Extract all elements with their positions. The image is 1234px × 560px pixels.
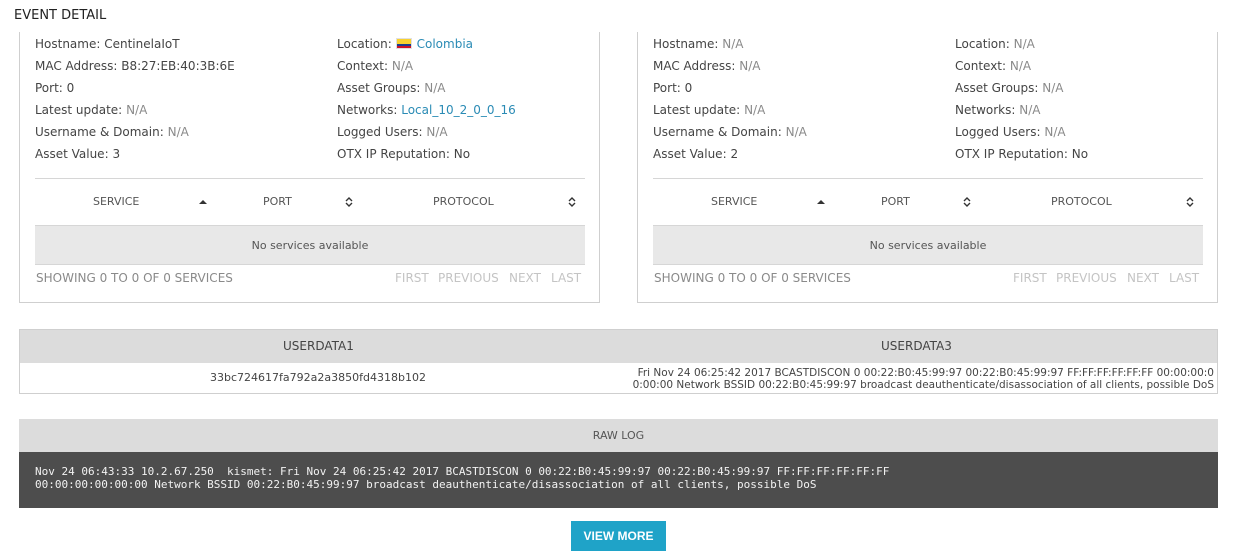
source-location-link[interactable]: Colombia <box>417 37 473 51</box>
services-showing-count: SHOWING 0 TO 0 OF 0 SERVICES <box>36 271 233 285</box>
sort-both-icon[interactable] <box>1185 196 1195 208</box>
pager-first[interactable]: FIRST <box>395 271 429 285</box>
services-table-footer: SHOWING 0 TO 0 OF 0 SERVICES FIRST PREVI… <box>35 265 585 293</box>
destination-otx-reputation: OTX IP Reputation: No <box>955 147 1089 161</box>
source-username: Username & Domain: N/A <box>35 125 189 139</box>
source-services-table: SERVICE PORT PROTOCOL No services availa… <box>35 178 585 293</box>
sort-asc-icon[interactable] <box>816 196 826 208</box>
view-more-button[interactable]: VIEW MORE <box>571 521 666 551</box>
services-table-header: SERVICE PORT PROTOCOL <box>35 179 585 225</box>
userdata-header: USERDATA1 USERDATA3 <box>20 330 1217 363</box>
colombia-flag-icon <box>395 38 412 49</box>
destination-port: Port: 0 <box>653 81 693 95</box>
source-port: Port: 0 <box>35 81 75 95</box>
destination-context: Context: N/A <box>955 59 1032 73</box>
userdata3-value: Fri Nov 24 06:25:42 2017 BCASTDISCON 0 0… <box>620 367 1214 391</box>
source-location: Location: Colombia <box>337 37 474 51</box>
userdata3-line: 0:00:00 Network BSSID 00:22:B0:45:99:97 … <box>632 379 1214 391</box>
destination-latest-update: Latest update: N/A <box>653 103 766 117</box>
destination-asset-panel: Hostname: N/A MAC Address: N/A Port: 0 L… <box>637 32 1218 303</box>
raw-log-content: Nov 24 06:43:33 10.2.67.250 kismet: Fri … <box>19 452 1218 508</box>
destination-hostname: Hostname: N/A <box>653 37 744 51</box>
source-context: Context: N/A <box>337 59 414 73</box>
source-asset-value: Asset Value: 3 <box>35 147 121 161</box>
destination-asset-groups: Asset Groups: N/A <box>955 81 1064 95</box>
pager-next[interactable]: NEXT <box>509 271 541 285</box>
sort-both-icon[interactable] <box>567 196 577 208</box>
services-empty-row: No services available <box>653 225 1203 265</box>
userdata3-header: USERDATA3 <box>881 339 952 353</box>
pager-previous[interactable]: PREVIOUS <box>438 271 499 285</box>
raw-log-header: RAW LOG <box>19 419 1218 452</box>
column-protocol[interactable]: PROTOCOL <box>1051 179 1112 225</box>
destination-networks: Networks: N/A <box>955 103 1041 117</box>
destination-services-table: SERVICE PORT PROTOCOL No services availa… <box>653 178 1203 293</box>
pager-last[interactable]: LAST <box>551 271 581 285</box>
column-protocol[interactable]: PROTOCOL <box>433 179 494 225</box>
raw-log-line: Nov 24 06:43:33 10.2.67.250 kismet: Fri … <box>35 465 890 478</box>
source-logged-users: Logged Users: N/A <box>337 125 448 139</box>
userdata3-line: Fri Nov 24 06:25:42 2017 BCASTDISCON 0 0… <box>637 367 1214 379</box>
userdata1-header: USERDATA1 <box>283 339 354 353</box>
source-network-link[interactable]: Local_10_2_0_0_16 <box>401 103 516 117</box>
source-asset-groups: Asset Groups: N/A <box>337 81 446 95</box>
sort-both-icon[interactable] <box>962 196 972 208</box>
source-latest-update: Latest update: N/A <box>35 103 148 117</box>
pager-first[interactable]: FIRST <box>1013 271 1047 285</box>
userdata1-value: 33bc724617fa792a2a3850fd4318b102 <box>210 371 426 384</box>
column-port[interactable]: PORT <box>263 179 292 225</box>
raw-log-panel: RAW LOG Nov 24 06:43:33 10.2.67.250 kism… <box>19 419 1218 508</box>
column-service[interactable]: SERVICE <box>711 179 757 225</box>
destination-mac: MAC Address: N/A <box>653 59 761 73</box>
column-port[interactable]: PORT <box>881 179 910 225</box>
source-hostname: Hostname: CentinelaIoT <box>35 37 180 51</box>
raw-log-line: 00:00:00:00:00:00 Network BSSID 00:22:B0… <box>35 478 817 491</box>
source-otx-reputation: OTX IP Reputation: No <box>337 147 471 161</box>
services-empty-row: No services available <box>35 225 585 265</box>
services-table-footer: SHOWING 0 TO 0 OF 0 SERVICES FIRST PREVI… <box>653 265 1203 293</box>
services-table-header: SERVICE PORT PROTOCOL <box>653 179 1203 225</box>
userdata-row: 33bc724617fa792a2a3850fd4318b102 Fri Nov… <box>20 363 1217 393</box>
destination-asset-value: Asset Value: 2 <box>653 147 739 161</box>
pager-last[interactable]: LAST <box>1169 271 1199 285</box>
destination-location: Location: N/A <box>955 37 1035 51</box>
page-title: EVENT DETAIL <box>14 8 107 23</box>
source-mac: MAC Address: B8:27:EB:40:3B:6E <box>35 59 235 73</box>
source-networks: Networks: Local_10_2_0_0_16 <box>337 103 516 117</box>
pager-previous[interactable]: PREVIOUS <box>1056 271 1117 285</box>
userdata-table: USERDATA1 USERDATA3 33bc724617fa792a2a38… <box>19 329 1218 394</box>
services-showing-count: SHOWING 0 TO 0 OF 0 SERVICES <box>654 271 851 285</box>
destination-logged-users: Logged Users: N/A <box>955 125 1066 139</box>
pager-next[interactable]: NEXT <box>1127 271 1159 285</box>
sort-asc-icon[interactable] <box>198 196 208 208</box>
column-service[interactable]: SERVICE <box>93 179 139 225</box>
source-asset-panel: Hostname: CentinelaIoT MAC Address: B8:2… <box>19 32 600 303</box>
destination-username: Username & Domain: N/A <box>653 125 807 139</box>
sort-both-icon[interactable] <box>344 196 354 208</box>
